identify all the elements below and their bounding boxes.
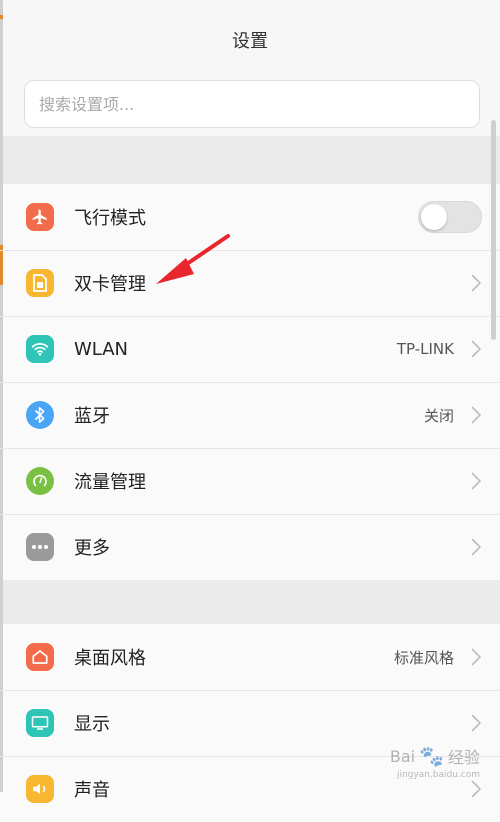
row-label: 蓝牙 (74, 406, 110, 427)
row-label: 飞行模式 (74, 208, 146, 229)
row-label: 桌面风格 (74, 648, 146, 669)
row-desktop-style[interactable]: 桌面风格 标准风格 (0, 624, 500, 690)
section-gap (0, 580, 500, 624)
section-gap (0, 136, 500, 184)
bluetooth-icon (26, 401, 54, 429)
sim-card-icon (26, 269, 54, 297)
search-container (0, 80, 500, 136)
watermark-text: Bai (389, 746, 416, 766)
row-bluetooth[interactable]: 蓝牙 关闭 (0, 382, 500, 448)
paw-icon: 🐾 (419, 744, 444, 768)
watermark-url: jingyan.baidu.com (396, 770, 480, 780)
chevron-right-icon (470, 405, 482, 425)
row-value: 关闭 (423, 406, 454, 425)
airplane-icon (26, 203, 54, 231)
chevron-right-icon (470, 537, 482, 557)
chevron-right-icon (470, 647, 482, 667)
chevron-right-icon (470, 471, 482, 491)
scrollbar[interactable] (491, 120, 496, 340)
more-icon (26, 533, 54, 561)
page-header: 设置 (0, 0, 500, 80)
row-wlan[interactable]: WLAN TP-LINK (0, 316, 500, 382)
watermark-text-2: 经验 (447, 748, 480, 767)
edge-mark (0, 15, 3, 19)
row-more[interactable]: 更多 (0, 514, 500, 580)
page-title: 设置 (232, 31, 268, 52)
row-data-usage[interactable]: 流量管理 (0, 448, 500, 514)
chevron-right-icon (470, 713, 482, 733)
wifi-icon (26, 335, 54, 363)
toggle-knob (421, 204, 447, 230)
chevron-right-icon (470, 273, 482, 293)
row-label: 流量管理 (74, 472, 146, 493)
row-label: 双卡管理 (74, 274, 146, 295)
row-dual-sim[interactable]: 双卡管理 (0, 250, 500, 316)
home-icon (26, 643, 54, 671)
display-icon (26, 709, 54, 737)
row-label: 更多 (74, 538, 110, 559)
row-value: 标准风格 (393, 648, 454, 667)
sound-icon (26, 775, 54, 803)
row-airplane-mode[interactable]: 飞行模式 (0, 184, 500, 250)
row-label: WLAN (74, 338, 129, 360)
settings-section-display: 桌面风格 标准风格 显示 声音 (0, 624, 500, 822)
chevron-right-icon (470, 779, 482, 799)
airplane-mode-toggle[interactable] (418, 201, 482, 233)
settings-section-network: 飞行模式 双卡管理 WLAN TP-LINK 蓝牙 关闭 流量管理 更多 (0, 184, 500, 580)
row-value: TP-LINK (396, 340, 454, 358)
search-input[interactable] (24, 80, 480, 128)
data-usage-icon (26, 467, 54, 495)
row-label: 显示 (74, 714, 110, 735)
baidu-watermark: Bai 🐾 经验 jingyan.baidu.com (389, 744, 480, 780)
chevron-right-icon (470, 339, 482, 359)
